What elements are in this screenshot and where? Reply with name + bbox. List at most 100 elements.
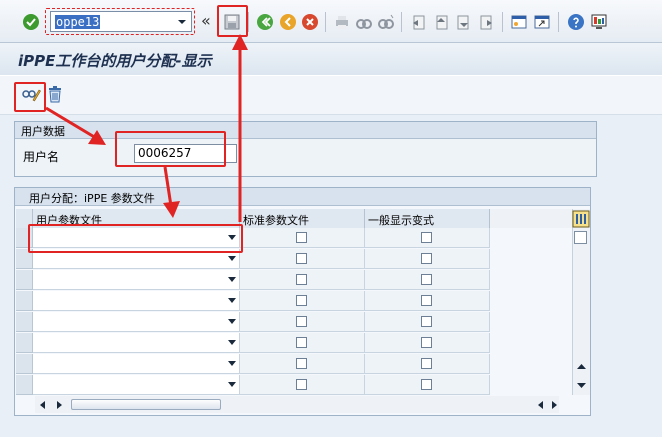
column-header-standard-profile[interactable]: 标准参数文件 [240, 209, 365, 228]
horizontal-scrollbar[interactable] [35, 396, 559, 413]
empty-cell [490, 249, 572, 269]
checkbox[interactable] [421, 337, 432, 348]
user-profile-cell[interactable] [33, 291, 240, 311]
checkbox[interactable] [296, 358, 307, 369]
back-icon[interactable] [256, 13, 274, 31]
checkbox[interactable] [296, 379, 307, 390]
general-variant-cell [365, 249, 490, 269]
checkbox[interactable] [421, 253, 432, 264]
layout-icon[interactable] [590, 13, 608, 31]
standard-profile-cell [240, 375, 365, 395]
dropdown-icon[interactable] [228, 340, 236, 345]
row-selector[interactable] [16, 354, 33, 374]
standard-profile-cell [240, 291, 365, 311]
user-profile-cell[interactable] [33, 270, 240, 290]
column-config-icon[interactable] [572, 210, 590, 228]
nav-back-arrows-icon[interactable]: « [201, 11, 211, 30]
user-data-group-header: 用户数据 [15, 122, 596, 139]
application-toolbar [0, 76, 662, 115]
row-selector[interactable] [16, 312, 33, 332]
toolbar-separator [502, 12, 503, 32]
checkbox[interactable] [421, 316, 432, 327]
table-group-title: 用户分配：iPPE 参数文件 [29, 192, 155, 205]
row-selector[interactable] [16, 333, 33, 353]
standard-profile-cell [240, 228, 365, 248]
empty-cell [490, 375, 572, 395]
toolbar-separator [401, 12, 402, 32]
delete-icon[interactable] [46, 85, 64, 103]
row-selector[interactable] [16, 291, 33, 311]
prev-page-icon[interactable] [432, 13, 450, 31]
scroll-right-last-icon[interactable] [550, 400, 558, 410]
standard-profile-cell [240, 312, 365, 332]
row-selector[interactable] [16, 375, 33, 395]
column-header-general-variant[interactable]: 一般显示变式 [365, 209, 490, 228]
horizontal-scroll-thumb[interactable] [71, 399, 221, 410]
checkbox[interactable] [421, 295, 432, 306]
empty-cell [490, 354, 572, 374]
print-icon[interactable] [333, 13, 351, 31]
find-next-icon[interactable] [377, 13, 395, 31]
dropdown-icon[interactable] [228, 277, 236, 282]
general-variant-cell [365, 354, 490, 374]
scrollbar-checkbox[interactable] [574, 231, 587, 244]
new-session-icon[interactable] [510, 13, 528, 31]
page-title: iPPE工作台的用户分配-显示 [18, 52, 212, 70]
display-change-highlight [14, 82, 46, 112]
user-profile-cell[interactable] [33, 333, 240, 353]
next-page-icon[interactable] [455, 13, 473, 31]
profile-cell-highlight [28, 224, 243, 253]
checkbox[interactable] [296, 295, 307, 306]
cancel-icon[interactable] [301, 13, 319, 31]
checkbox[interactable] [296, 316, 307, 327]
empty-cell [490, 291, 572, 311]
first-page-icon[interactable] [409, 13, 427, 31]
find-icon[interactable] [355, 13, 373, 31]
checkbox[interactable] [421, 358, 432, 369]
checkbox[interactable] [296, 253, 307, 264]
checkbox[interactable] [296, 337, 307, 348]
general-variant-cell [365, 312, 490, 332]
checkbox[interactable] [421, 379, 432, 390]
general-variant-cell [365, 375, 490, 395]
dropdown-icon[interactable] [228, 256, 236, 261]
dropdown-icon[interactable] [228, 298, 236, 303]
shortcut-icon[interactable] [533, 13, 551, 31]
checkbox[interactable] [421, 274, 432, 285]
scroll-down-icon[interactable] [576, 381, 587, 390]
standard-profile-cell [240, 249, 365, 269]
scroll-right-icon[interactable] [537, 400, 545, 410]
empty-cell [490, 270, 572, 290]
toolbar-separator [325, 12, 326, 32]
table-group-header: 用户分配：iPPE 参数文件 [15, 188, 590, 206]
column-header-empty [490, 209, 572, 228]
empty-cell [490, 228, 572, 248]
row-selector[interactable] [16, 270, 33, 290]
dropdown-icon[interactable] [228, 361, 236, 366]
last-page-icon[interactable] [478, 13, 496, 31]
checkbox[interactable] [296, 232, 307, 243]
user-data-group: 用户数据 用户名 0006257 [14, 121, 597, 177]
user-name-label: 用户名 [23, 150, 60, 164]
dropdown-icon[interactable] [228, 382, 236, 387]
scroll-up-icon[interactable] [576, 362, 587, 371]
general-variant-cell [365, 333, 490, 353]
user-assignment-table-group: 用户分配：iPPE 参数文件 用户参数文件 标准参数文件 一般显示变式 [14, 187, 591, 416]
checkbox[interactable] [296, 274, 307, 285]
general-variant-cell [365, 228, 490, 248]
scroll-left-icon[interactable] [55, 400, 63, 410]
checkbox[interactable] [421, 232, 432, 243]
user-data-group-title: 用户数据 [21, 125, 65, 138]
scroll-left-first-icon[interactable] [39, 400, 47, 410]
user-name-highlight [115, 131, 226, 167]
user-profile-cell[interactable] [33, 375, 240, 395]
vertical-scrollbar[interactable] [572, 209, 590, 395]
dropdown-icon[interactable] [228, 319, 236, 324]
enter-icon[interactable] [22, 13, 40, 31]
user-profile-cell[interactable] [33, 354, 240, 374]
empty-cell [490, 333, 572, 353]
help-icon[interactable] [567, 13, 585, 31]
exit-icon[interactable] [279, 13, 297, 31]
user-profile-cell[interactable] [33, 312, 240, 332]
standard-profile-cell [240, 333, 365, 353]
